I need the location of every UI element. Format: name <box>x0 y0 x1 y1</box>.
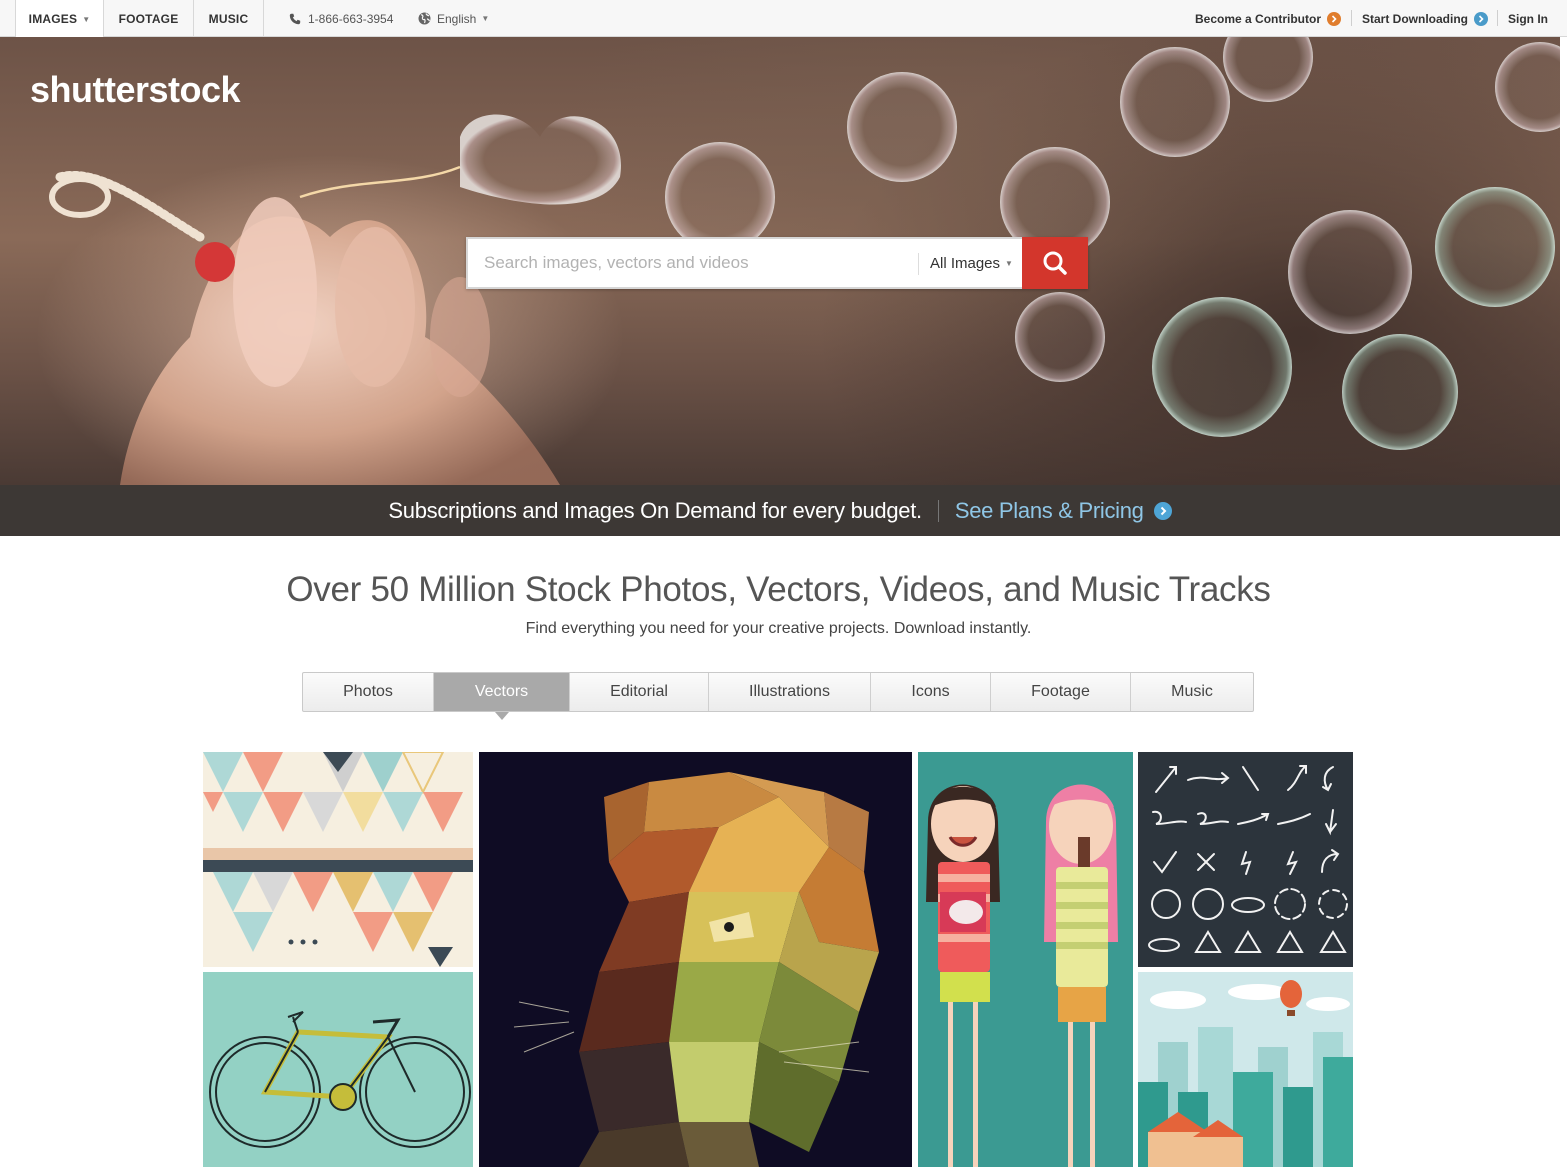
gallery-tile-geometric-pattern[interactable] <box>203 752 473 967</box>
phone-number-text: 1-866-663-3954 <box>308 11 394 26</box>
nav-tab-music[interactable]: MUSIC <box>194 0 263 37</box>
chevron-down-icon: ▼ <box>481 14 490 23</box>
search-button[interactable] <box>1022 237 1088 289</box>
tab-illustrations[interactable]: Illustrations <box>709 673 871 711</box>
arrow-right-icon <box>1474 11 1488 26</box>
media-type-label: All Images <box>930 254 1001 272</box>
gallery-tile-city-skyline[interactable] <box>1138 972 1353 1167</box>
nav-tab-music-label: MUSIC <box>208 11 249 26</box>
search-bar: All Images ▼ <box>466 237 1088 289</box>
tab-music[interactable]: Music <box>1131 673 1253 711</box>
search-input[interactable] <box>484 239 904 287</box>
page-subtitle: Find everything you need for your creati… <box>525 620 1032 637</box>
tab-label: Photos <box>343 683 393 700</box>
search-icon <box>1043 251 1067 275</box>
arrow-right-icon <box>1327 11 1342 26</box>
city-skyline-image <box>1138 972 1353 1167</box>
page-title: Over 50 Million Stock Photos, Vectors, V… <box>286 570 1271 609</box>
promo-bar: Subscriptions and Images On Demand for e… <box>0 485 1560 536</box>
gallery-tile-arrows-set[interactable] <box>1138 752 1353 967</box>
tab-vectors[interactable]: Vectors <box>434 673 570 720</box>
tab-photos[interactable]: Photos <box>303 673 434 711</box>
promo-message: Subscriptions and Images On Demand for e… <box>388 497 922 523</box>
shutterstock-logo[interactable]: shutterstock <box>30 69 241 111</box>
gallery-tile-vintage-bicycle[interactable] <box>203 972 473 1167</box>
gallery-tile-girls-illustration[interactable] <box>918 752 1133 1167</box>
media-type-select[interactable]: All Images ▼ <box>930 239 1013 287</box>
hero-banner: shutterstock All Images ▼ <box>0 37 1560 485</box>
divider <box>263 0 264 37</box>
divider <box>1351 10 1352 26</box>
nav-tab-footage-label: FOOTAGE <box>118 11 179 26</box>
divider <box>918 253 919 275</box>
tab-label: Icons <box>911 683 950 700</box>
tab-label: Illustrations <box>749 683 830 700</box>
tab-label: Vectors <box>474 683 529 700</box>
nav-tab-images-label: IMAGES <box>28 12 78 26</box>
tab-label: Editorial <box>610 683 668 700</box>
tab-editorial[interactable]: Editorial <box>570 673 709 711</box>
language-selector[interactable]: English ▼ <box>418 0 489 37</box>
start-downloading-label: Start Downloading <box>1362 11 1468 26</box>
tab-label: Music <box>1171 683 1213 700</box>
start-downloading-link[interactable]: Start Downloading <box>1362 0 1488 37</box>
sign-in-label: Sign In <box>1508 11 1548 26</box>
phone-icon <box>289 13 301 24</box>
arrow-right-icon <box>1153 501 1172 520</box>
top-navigation-bar: IMAGES ▼ FOOTAGE MUSIC 1-866-663-3954 En… <box>0 0 1567 38</box>
girls-illustration-image <box>918 752 1133 1167</box>
language-label: English <box>437 11 477 26</box>
gallery-tile-low-poly-tiger[interactable] <box>479 752 912 1167</box>
become-contributor-label: Become a Contributor <box>1195 11 1322 26</box>
plans-pricing-label: See Plans & Pricing <box>954 497 1144 523</box>
divider <box>1497 10 1498 26</box>
chevron-down-icon: ▼ <box>82 14 91 24</box>
low-poly-tiger-image <box>479 752 912 1167</box>
vintage-bicycle-image <box>203 972 473 1167</box>
become-contributor-link[interactable]: Become a Contributor <box>1195 0 1342 37</box>
nav-tab-images[interactable]: IMAGES ▼ <box>15 0 104 38</box>
category-tabs: Photos Vectors Editorial Illustrations I… <box>302 672 1254 720</box>
tab-icons[interactable]: Icons <box>871 673 991 711</box>
arrows-set-image <box>1138 752 1353 967</box>
divider <box>937 499 939 522</box>
nav-tab-footage[interactable]: FOOTAGE <box>104 0 193 37</box>
globe-icon <box>418 12 431 25</box>
tab-label: Footage <box>1031 683 1090 700</box>
phone-number: 1-866-663-3954 <box>289 0 393 37</box>
tab-footage[interactable]: Footage <box>991 673 1131 711</box>
plans-pricing-link[interactable]: See Plans & Pricing <box>955 498 1172 524</box>
chevron-down-icon: ▼ <box>1005 258 1013 268</box>
sign-in-link[interactable]: Sign In <box>1508 0 1548 37</box>
geometric-pattern-image <box>203 752 473 967</box>
